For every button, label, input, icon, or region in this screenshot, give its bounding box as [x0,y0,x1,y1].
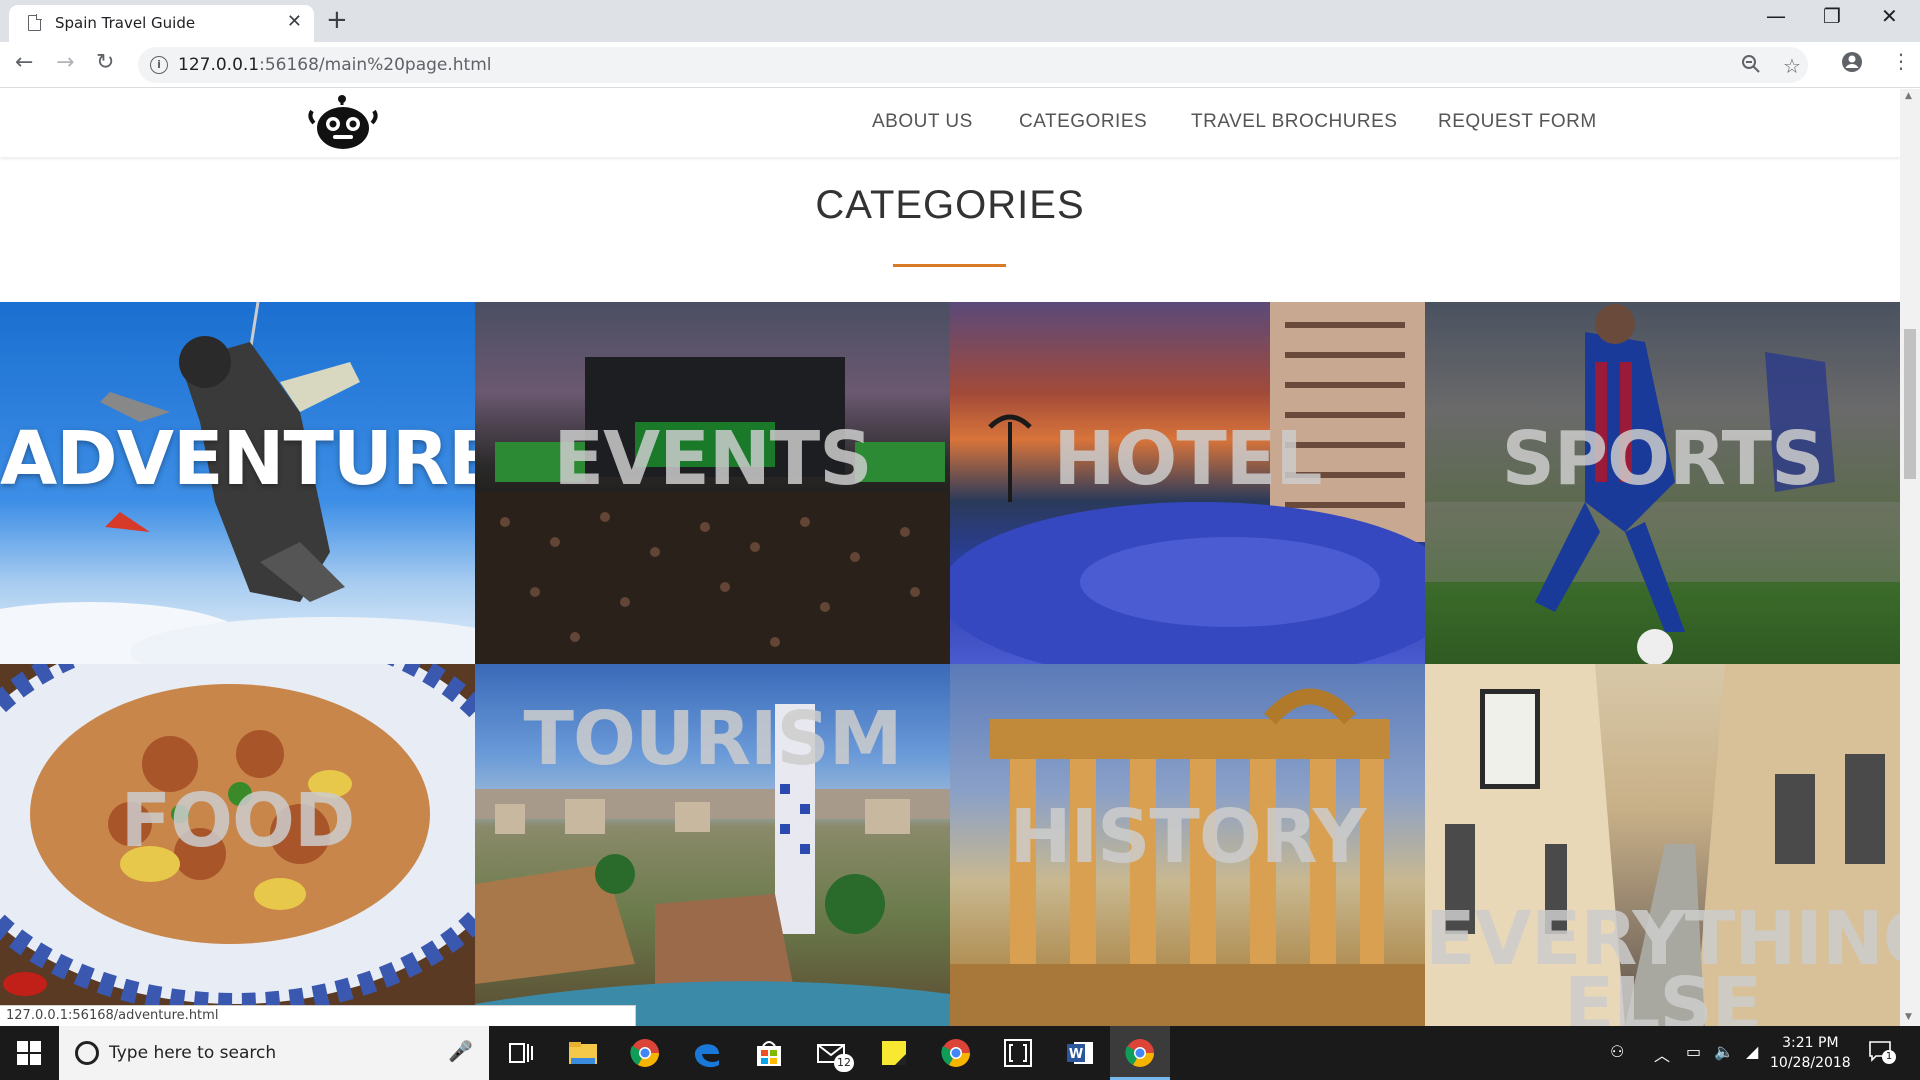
back-button[interactable]: ← [15,50,33,75]
close-window-button[interactable]: ✕ [1881,4,1898,28]
browser-toolbar: ← → ↻ i 127.0.0.1:56168/main%20page.html… [0,42,1920,88]
new-tab-button[interactable]: + [326,5,348,35]
bookmark-star-icon[interactable]: ☆ [1783,54,1801,78]
category-label: TOURISM [523,696,903,782]
restore-button[interactable]: ❐ [1823,4,1841,28]
show-hidden-icons-chevron-icon[interactable]: ︿ [1654,1042,1670,1066]
title-underline [893,264,1006,267]
category-card-food[interactable]: FOOD [0,664,475,1026]
category-card-events[interactable]: EVENTS [475,302,950,664]
web-page: ABOUT US CATEGORIES TRAVEL BROCHURES REQ… [0,89,1900,1026]
volume-icon[interactable]: 🔈 [1714,1042,1734,1061]
nav-categories[interactable]: CATEGORIES [1019,111,1147,133]
status-bar-url: 127.0.0.1:56168/adventure.html [0,1005,636,1027]
svg-text:W: W [1069,1047,1083,1062]
category-card-history[interactable]: HISTORY [950,664,1425,1026]
nav-travel-brochures[interactable]: TRAVEL BROCHURES [1191,111,1397,133]
category-card-hotel[interactable]: HOTEL [950,302,1425,664]
chrome-active-button[interactable] [1110,1026,1170,1080]
site-info-icon[interactable]: i [150,56,168,74]
category-card-everything-else[interactable]: EVERYTHING ELSE [1425,664,1900,1026]
profile-icon[interactable] [1841,51,1863,78]
category-card-adventure[interactable]: ADVENTURE [0,302,475,664]
reload-button[interactable]: ↻ [96,50,114,75]
scroll-up-arrow-icon[interactable]: ▲ [1905,91,1912,101]
site-header: ABOUT US CATEGORIES TRAVEL BROCHURES REQ… [0,89,1900,157]
browser-tab-bar: Spain Travel Guide ✕ + — ❐ ✕ [0,0,1920,42]
site-logo-icon[interactable] [308,95,378,153]
category-card-sports[interactable]: SPORTS [1425,302,1900,664]
action-center-button[interactable]: 1 [1868,1040,1898,1066]
wifi-icon[interactable]: ◢ [1746,1042,1758,1061]
category-label: HISTORY [1009,794,1367,880]
people-icon[interactable]: ⚇ [1610,1042,1624,1061]
nav-request-form[interactable]: REQUEST FORM [1438,111,1597,133]
bracket-app-icon[interactable] [1001,1036,1035,1070]
address-bar[interactable]: i 127.0.0.1:56168/main%20page.html ☆ [138,47,1808,83]
scrollbar-thumb[interactable] [1904,329,1916,479]
store-icon[interactable] [752,1036,786,1070]
taskbar-clock[interactable]: 3:21 PM 10/28/2018 [1770,1033,1851,1073]
forward-button[interactable]: → [56,50,74,75]
sticky-notes-icon[interactable] [877,1036,911,1070]
chrome-icon-2[interactable] [939,1036,973,1070]
tab-close-button[interactable]: ✕ [287,12,302,32]
zoom-icon[interactable] [1741,54,1761,79]
chrome-active-icon [1125,1039,1154,1067]
category-label: HOTEL [1053,416,1322,502]
file-explorer-icon[interactable] [566,1036,600,1070]
page-scrollbar[interactable]: ▲ ▼ [1900,89,1920,1026]
category-label: SPORTS [1501,416,1825,502]
category-label: FOOD [120,778,356,864]
chrome-icon[interactable] [628,1036,662,1070]
url-text[interactable]: 127.0.0.1:56168/main%20page.html [178,55,492,75]
search-placeholder: Type here to search [109,1043,277,1063]
mail-app[interactable]: 12 [814,1036,854,1076]
clock-date: 10/28/2018 [1770,1055,1851,1071]
category-grid: ADVENTURE EVENTS HOTEL SPORTS FOOD TOURI… [0,302,1900,1026]
category-label: EVERYTHING ELSE [1425,896,1900,1026]
nav-about-us[interactable]: ABOUT US [872,111,973,133]
menu-icon[interactable]: ⋮ [1891,49,1911,73]
taskbar-search-box[interactable]: Type here to search 🎤 [59,1026,489,1080]
word-icon[interactable]: W [1063,1036,1097,1070]
battery-icon[interactable]: ▭ [1686,1042,1701,1061]
mail-badge: 12 [834,1054,854,1072]
notification-count: 1 [1882,1050,1896,1064]
scroll-down-arrow-icon[interactable]: ▼ [1905,1012,1912,1022]
category-label: ADVENTURE [0,416,475,502]
section-title: CATEGORIES [815,183,1085,227]
cortana-icon [75,1041,99,1065]
category-label: EVENTS [553,416,872,502]
clock-time: 3:21 PM [1782,1035,1839,1051]
page-icon [28,14,42,31]
windows-taskbar: Type here to search 🎤 12 W ⚇ ︿ ▭ 🔈 ◢ 3:2… [0,1026,1920,1080]
start-windows-icon[interactable] [17,1041,41,1065]
browser-tab[interactable]: Spain Travel Guide ✕ [9,5,314,42]
category-card-tourism[interactable]: TOURISM [475,664,950,1026]
minimize-button[interactable]: — [1766,4,1786,28]
microphone-icon[interactable]: 🎤 [448,1039,473,1063]
tab-title: Spain Travel Guide [55,14,196,32]
task-view-icon[interactable] [504,1036,538,1070]
edge-icon[interactable] [690,1036,724,1070]
